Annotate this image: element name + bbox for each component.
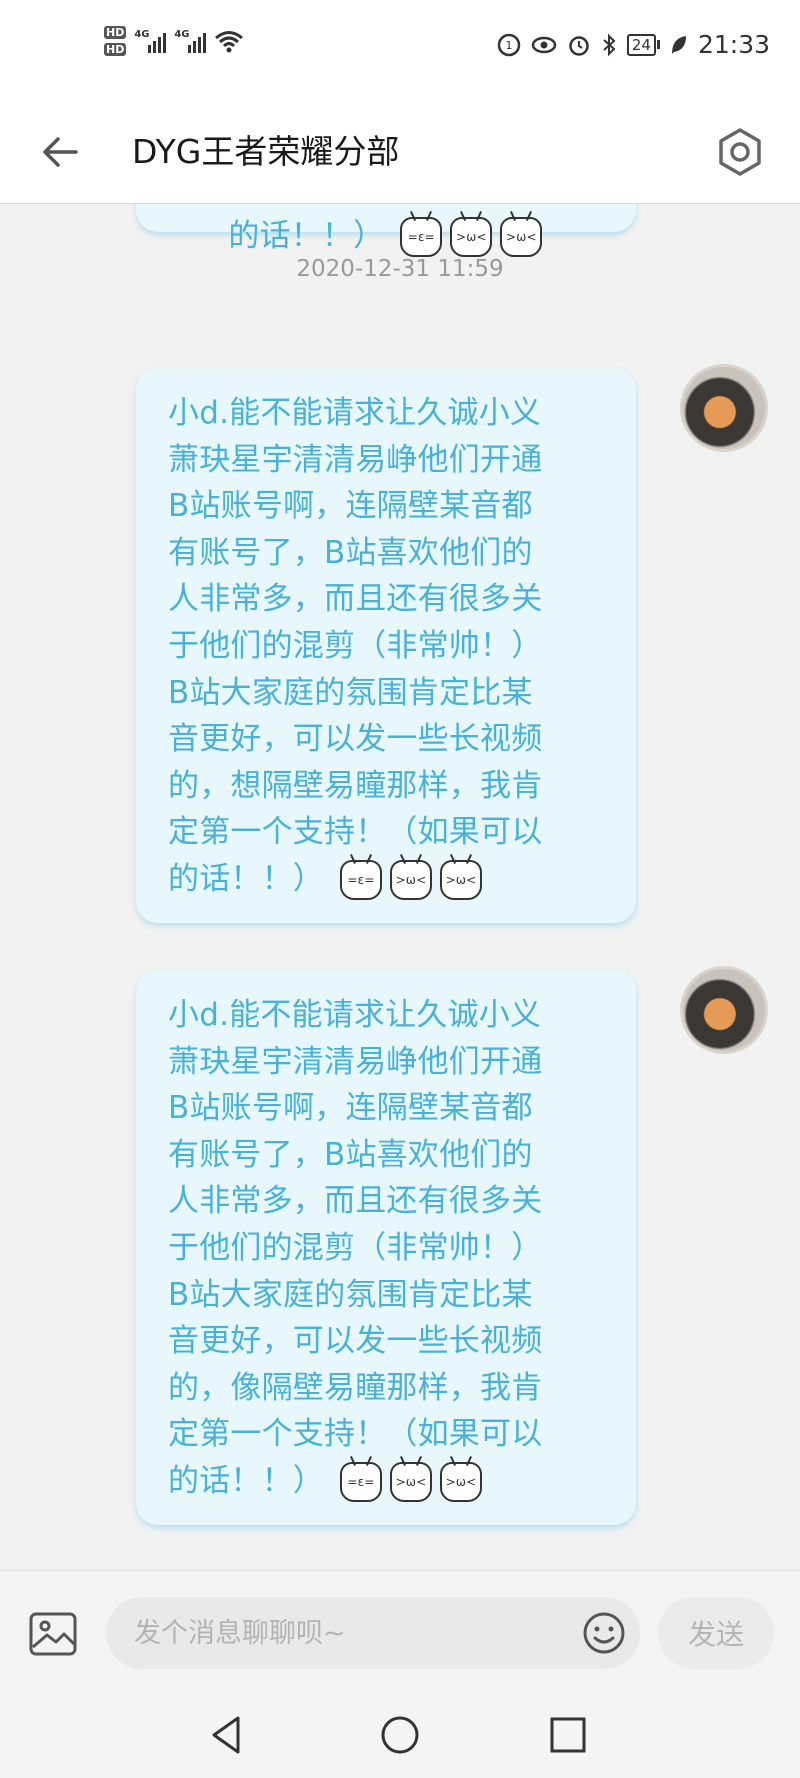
tv-emote-icon: =ε= [340,860,382,901]
status-time: 21:33 [697,30,770,59]
back-arrow-icon[interactable] [36,128,84,176]
message-text: 小d.能不能请求让久诚小义 萧玦星宇清清易峥他们开通 B站账号啊，连隔壁某音都 … [168,395,543,897]
leaf-icon [671,35,686,54]
signal-icon-1: 4G [134,29,167,53]
message-bubble[interactable]: 小d.能不能请求让久诚小义 萧玦星宇清清易峥他们开通 B站账号啊，连隔壁某音都 … [136,368,636,923]
signal-icon-2: 4G [174,29,207,53]
hd-badge-2: HD [104,43,127,56]
chat-title: DYG王者荣耀分部 [132,132,400,171]
wifi-icon [215,31,244,53]
emote-group: =ε= >ω< >ω< [340,860,482,901]
chat-scroll-area[interactable]: 的话！！） =ε= >ω< >ω< 2020-12-31 11:59 小d.能不能请求… [0,204,800,1570]
image-icon[interactable] [28,1609,78,1659]
message-bubble[interactable]: 小d.能不能请求让久诚小义 萧玦星宇清清易峥他们开通 B站账号啊，连隔壁某音都 … [136,970,636,1525]
chat-header: DYG王者荣耀分部 [0,100,800,204]
emote-group: =ε= >ω< >ω< [340,1462,482,1503]
tv-emote-icon: =ε= [400,217,443,258]
nav-back-icon[interactable] [202,1710,252,1760]
emoji-icon[interactable] [582,1611,626,1655]
settings-icon[interactable] [710,122,770,182]
system-nav-bar [0,1696,800,1778]
nav-home-icon[interactable] [375,1710,425,1760]
emote-group: =ε= >ω< >ω< [400,217,543,258]
tv-emote-icon: >ω< [450,217,493,258]
tv-emote-icon: =ε= [340,1462,382,1503]
tv-emote-icon: >ω< [390,1462,432,1503]
tv-emote-icon: >ω< [500,217,543,258]
data-saver-icon: 1 [497,33,521,56]
send-button[interactable]: 发送 [658,1597,774,1669]
tv-emote-icon: >ω< [390,860,432,901]
message-timestamp: 2020-12-31 11:59 [296,256,504,282]
status-bar: HD HD 4G 4G 1 24 21:33 [0,0,800,100]
message-input[interactable] [106,1597,640,1669]
tv-emote-icon: >ω< [440,860,482,901]
message-bubble-previous[interactable]: 的话！！） =ε= >ω< >ω< [136,204,636,258]
nav-recents-icon[interactable] [543,1710,593,1760]
alarm-icon [569,35,589,56]
hd-badge-1: HD [104,26,127,39]
user-avatar[interactable] [680,364,768,452]
status-left: HD HD 4G 4G [104,26,244,56]
svg-text:1: 1 [505,39,512,52]
status-right: 1 24 21:33 [497,30,770,59]
message-input-bar: 发送 [0,1570,800,1696]
message-text: 的话！！） [228,217,385,254]
tv-emote-icon: >ω< [440,1462,482,1503]
bluetooth-icon [603,33,616,56]
eye-comfort-icon [531,36,557,53]
user-avatar[interactable] [680,966,768,1054]
message-text: 小d.能不能请求让久诚小义 萧玦星宇清清易峥他们开通 B站账号啊，连隔壁某音都 … [168,997,543,1499]
battery-icon: 24 [626,33,660,56]
hd-indicators: HD HD [104,26,127,56]
